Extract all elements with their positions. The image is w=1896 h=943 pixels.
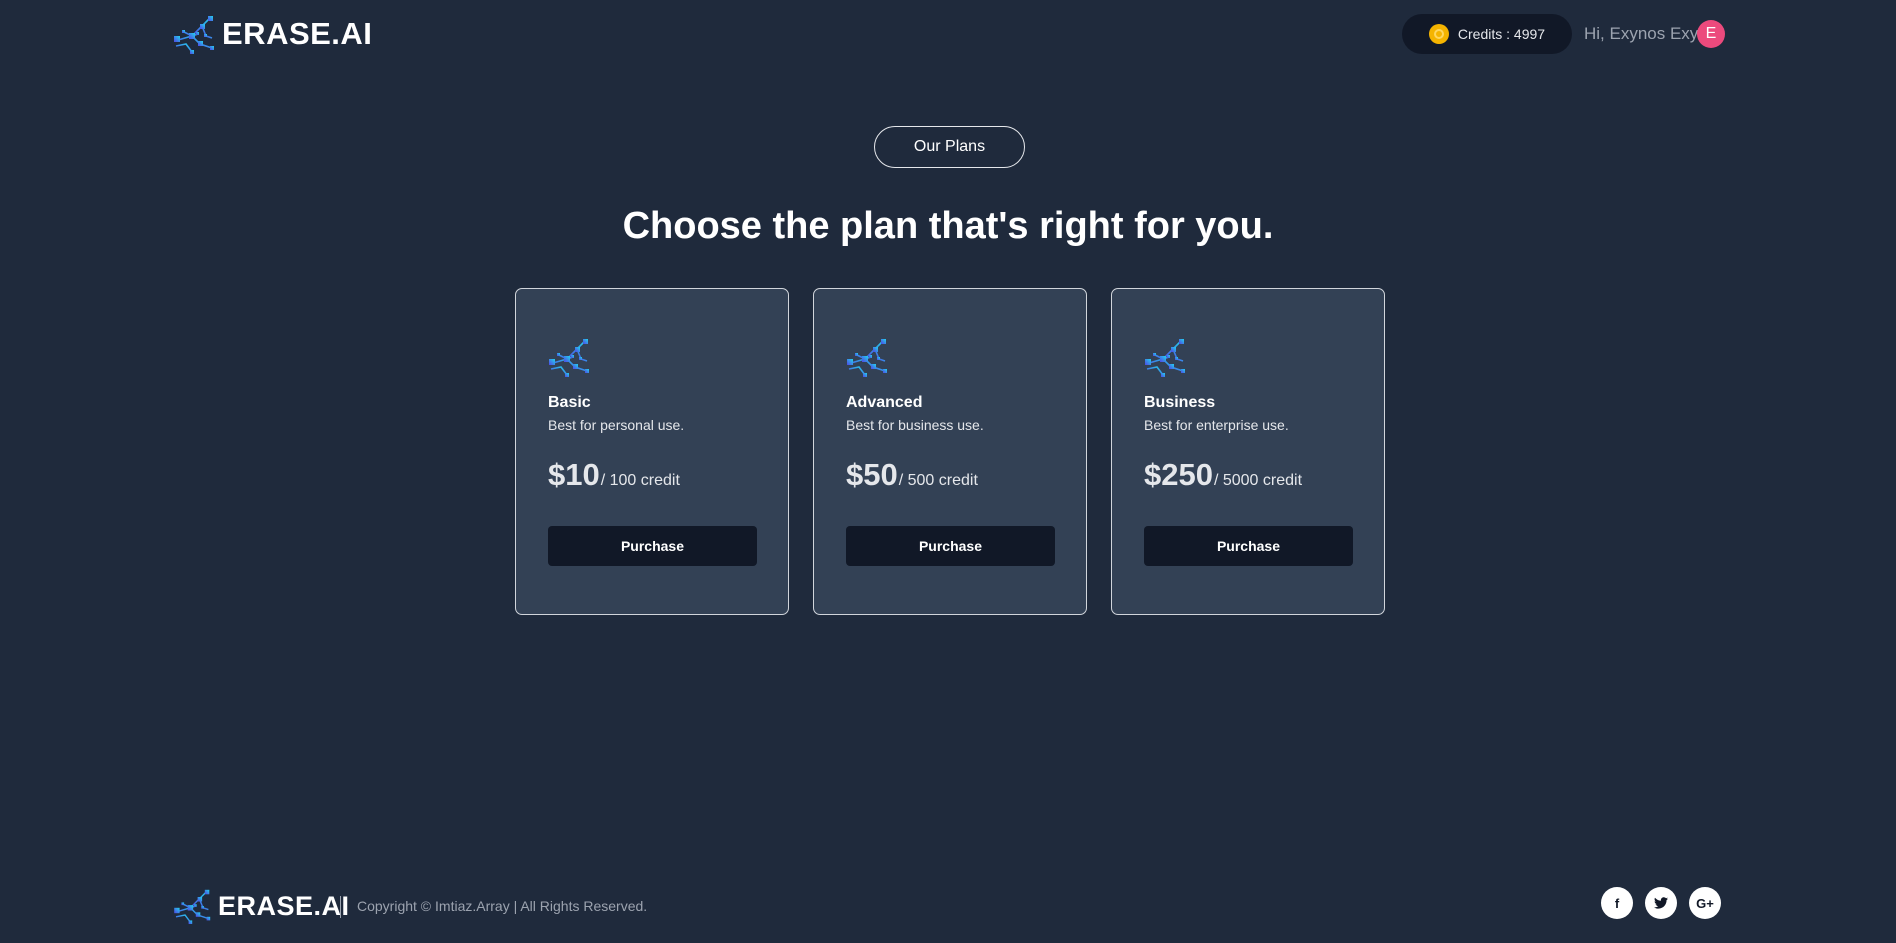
google-plus-icon[interactable]: G+ [1689, 887, 1721, 919]
plan-price-row: $50 / 500 credit [846, 457, 978, 493]
user-greeting: Hi, Exynos Exy [1584, 24, 1699, 43]
plan-name: Advanced [846, 394, 923, 411]
page-title: Choose the plan that's right for you. [622, 205, 1274, 247]
plan-price: $10 [548, 457, 600, 492]
plan-description: Best for personal use. [548, 417, 685, 433]
plan-logo-icon [845, 336, 893, 378]
plan-price: $250 [1144, 457, 1213, 492]
plan-name: Business [1144, 394, 1216, 411]
facebook-icon[interactable]: f [1601, 887, 1633, 919]
our-plans-badge: Our Plans [874, 126, 1025, 168]
erase-ai-logo-icon [172, 14, 220, 54]
copyright-text: Copyright © Imtiaz.Array | All Rights Re… [357, 898, 648, 914]
coin-icon [1428, 24, 1449, 44]
plan-price: $50 [846, 457, 898, 492]
plan-price-row: $250 / 5000 credit [1144, 457, 1302, 493]
plan-description: Best for enterprise use. [1144, 417, 1289, 433]
plan-logo-icon [1143, 336, 1191, 378]
purchase-button-business[interactable]: Purchase [1144, 526, 1353, 566]
plan-logo-icon [547, 336, 595, 378]
brand-name: ERASE.AI [222, 16, 373, 51]
purchase-button-advanced[interactable]: Purchase [846, 526, 1055, 566]
purchase-button-basic[interactable]: Purchase [548, 526, 757, 566]
plan-card-business: Business Best for enterprise use. $250 /… [1111, 288, 1385, 615]
plan-credit-amount: / 100 credit [600, 472, 680, 489]
plan-credit-amount: / 5000 credit [1213, 472, 1303, 489]
plan-card-basic: Basic Best for personal use. $10 / 100 c… [515, 288, 789, 615]
credits-label: Credits : 4997 [1457, 26, 1546, 42]
top-header: ERASE.AI Credits : 4997 Hi, Exynos Exy E [0, 0, 1896, 70]
plan-description: Best for business use. [846, 417, 984, 433]
plans-grid: Basic Best for personal use. $10 / 100 c… [515, 288, 1385, 616]
page-footer: ERASE.AI Copyright © Imtiaz.Array | All … [0, 880, 1896, 930]
plan-name: Basic [548, 394, 591, 411]
footer-brand-logo-link[interactable]: ERASE.AI [172, 888, 350, 924]
twitter-bird-icon [1654, 897, 1668, 909]
plan-card-advanced: Advanced Best for business use. $50 / 50… [813, 288, 1087, 615]
credits-badge[interactable]: Credits : 4997 [1402, 14, 1572, 54]
plan-price-row: $10 / 100 credit [548, 457, 680, 493]
footer-brand-name: ERASE.AI [218, 890, 350, 921]
brand-logo-link[interactable]: ERASE.AI [172, 14, 372, 54]
user-avatar[interactable]: E [1697, 20, 1725, 48]
plan-credit-amount: / 500 credit [898, 472, 978, 489]
erase-ai-logo-icon [172, 888, 216, 924]
twitter-icon[interactable] [1645, 887, 1677, 919]
footer-divider [340, 896, 341, 918]
